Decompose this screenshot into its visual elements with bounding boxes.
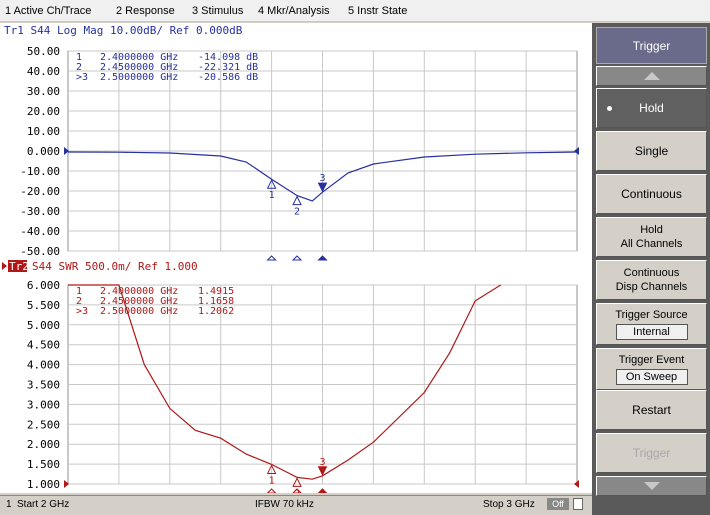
- trace2-marker-id: >3: [76, 306, 88, 317]
- softkey-trigger-event[interactable]: Trigger Event On Sweep: [596, 348, 707, 390]
- trace1-y-tick-label: 50.00: [27, 45, 60, 58]
- status-off-badge[interactable]: Off: [547, 498, 569, 510]
- trace2-y-tick-label: 4.500: [27, 339, 60, 352]
- softkey-cont-disp-label-1: Continuous: [623, 267, 680, 279]
- trace2-marker-freq: 2.5000000 GHz: [100, 306, 178, 317]
- trace1-marker-freq: 2.5000000 GHz: [100, 72, 178, 83]
- status-indicator-box: [573, 498, 583, 510]
- softkey-hold-all-channels[interactable]: Hold All Channels: [596, 217, 707, 257]
- trigger-event-value: On Sweep: [615, 369, 688, 385]
- trace2-y-tick-label: 3.000: [27, 398, 60, 411]
- trace1-marker-value: -20.586 dB: [198, 72, 258, 83]
- trace1-marker-number: 1: [269, 190, 275, 201]
- trace1-y-tick-label: -20.00: [20, 185, 60, 198]
- trace2-stimulus-marker: [266, 488, 277, 493]
- chevron-down-icon: [643, 482, 660, 490]
- softkey-restart[interactable]: Restart: [596, 390, 707, 430]
- softkey-hold[interactable]: Hold: [596, 88, 707, 128]
- trace2-y-tick-label: 5.500: [27, 299, 60, 312]
- trace1-y-tick-label: -10.00: [20, 165, 60, 178]
- trace1-header: Tr1 S44 Log Mag 10.00dB/ Ref 0.000dB: [4, 24, 243, 37]
- radio-selected-icon: [607, 106, 612, 111]
- softkey-continuous-label: Continuous: [621, 187, 682, 201]
- trace2-y-tick-label: 3.500: [27, 379, 60, 392]
- trace1-marker-number: 2: [294, 207, 300, 218]
- chevron-up-icon: [643, 72, 660, 80]
- trace-display[interactable]: 50.00 40.00 30.00 20.00 10.00 0.000 -10.00 -20.…: [0, 23, 592, 493]
- trace1-y-tick-label: 40.00: [27, 65, 60, 78]
- trace2-y-tick-label: 2.500: [27, 418, 60, 431]
- trace2-y-tick-label: 6.000: [27, 279, 60, 292]
- trace1-y-tick-label: 0.000: [27, 145, 60, 158]
- status-start-freq: Start 2 GHz: [17, 499, 70, 510]
- trace2-y-tick-label: 2.000: [27, 438, 60, 451]
- softkey-trigger-event-label: Trigger Event: [618, 354, 685, 366]
- trace1-y-tick-label: -30.00: [20, 205, 60, 218]
- softkey-title-label: Trigger: [632, 38, 671, 53]
- trace2-marker-number: 1: [269, 475, 275, 486]
- softkey-scroll-up[interactable]: [596, 66, 707, 86]
- softkey-title-trigger: Trigger: [596, 27, 707, 64]
- softkey-hold-all-label-2: All Channels: [620, 238, 683, 250]
- trace2-tag: Tr2: [9, 260, 29, 273]
- softkey-cont-disp-label-2: Disp Channels: [615, 281, 688, 293]
- softkey-hold-all-label-1: Hold: [640, 224, 663, 236]
- trace2-header: S44 SWR 500.0m/ Ref 1.000: [32, 260, 198, 273]
- softkey-panel: Trigger Hold Single Continuous Hold All C…: [592, 23, 710, 515]
- menu-stimulus[interactable]: 3 Stimulus: [192, 5, 243, 17]
- trace2-y-tick-label: 4.000: [27, 359, 60, 372]
- softkey-trigger[interactable]: Trigger: [596, 433, 707, 473]
- status-stop-freq: Stop 3 GHz: [483, 499, 535, 510]
- menu-instr-state[interactable]: 5 Instr State: [348, 5, 407, 17]
- softkey-restart-label: Restart: [632, 403, 671, 417]
- trigger-source-value: Internal: [615, 324, 688, 340]
- menu-bar: 1 Active Ch/Trace 2 Response 3 Stimulus …: [0, 0, 710, 22]
- trace1-y-tick-label: 30.00: [27, 85, 60, 98]
- trace1-y-tick-label: 10.00: [27, 125, 60, 138]
- menu-response[interactable]: 2 Response: [116, 5, 175, 17]
- trace1-y-tick-label: 20.00: [27, 105, 60, 118]
- trace1-stimulus-marker: [291, 255, 303, 261]
- softkey-scroll-down[interactable]: [596, 476, 707, 496]
- trace2-y-tick-label: 1.000: [27, 478, 60, 491]
- trace2-active-arrow: [2, 262, 7, 270]
- softkey-trigger-source[interactable]: Trigger Source Internal: [596, 303, 707, 345]
- chart-area[interactable]: 50.00 40.00 30.00 20.00 10.00 0.000 -10.00 -20.…: [0, 23, 592, 493]
- trace1-stimulus-marker: [317, 255, 328, 261]
- trace1-marker-id: >3: [76, 72, 88, 83]
- trace1-marker-number: 3: [319, 173, 325, 184]
- trace2-y-tick-label: 1.500: [27, 458, 60, 471]
- status-ifbw: IFBW 70 kHz: [255, 499, 314, 510]
- softkey-continuous[interactable]: Continuous: [596, 174, 707, 214]
- softkey-single-label: Single: [634, 144, 669, 158]
- softkey-hold-label: Hold: [639, 101, 664, 115]
- softkey-continuous-disp-channels[interactable]: Continuous Disp Channels: [596, 260, 707, 300]
- trace1-marker-triangle: [292, 195, 302, 206]
- menu-mkr-analysis[interactable]: 4 Mkr/Analysis: [258, 5, 330, 17]
- trace1-y-tick-label: -40.00: [20, 225, 60, 238]
- trace2-marker-value: 1.2062: [198, 306, 234, 317]
- trace2-y-tick-label: 5.000: [27, 319, 60, 332]
- status-bar: 1 Start 2 GHz IFBW 70 kHz Stop 3 GHz Off: [0, 495, 592, 513]
- trace1-y-tick-label: -50.00: [20, 245, 60, 258]
- trace2-marker-triangle: [292, 477, 302, 487]
- softkey-trigger-label: Trigger: [632, 446, 671, 460]
- trace2-stimulus-marker: [317, 488, 328, 493]
- softkey-single[interactable]: Single: [596, 131, 707, 171]
- softkey-trigger-source-label: Trigger Source: [615, 309, 688, 321]
- menu-active-ch-trace[interactable]: 1 Active Ch/Trace: [5, 5, 91, 17]
- trace1-stimulus-marker: [266, 255, 277, 261]
- status-channel: 1: [6, 499, 12, 510]
- trace2-marker-number: 3: [319, 457, 325, 468]
